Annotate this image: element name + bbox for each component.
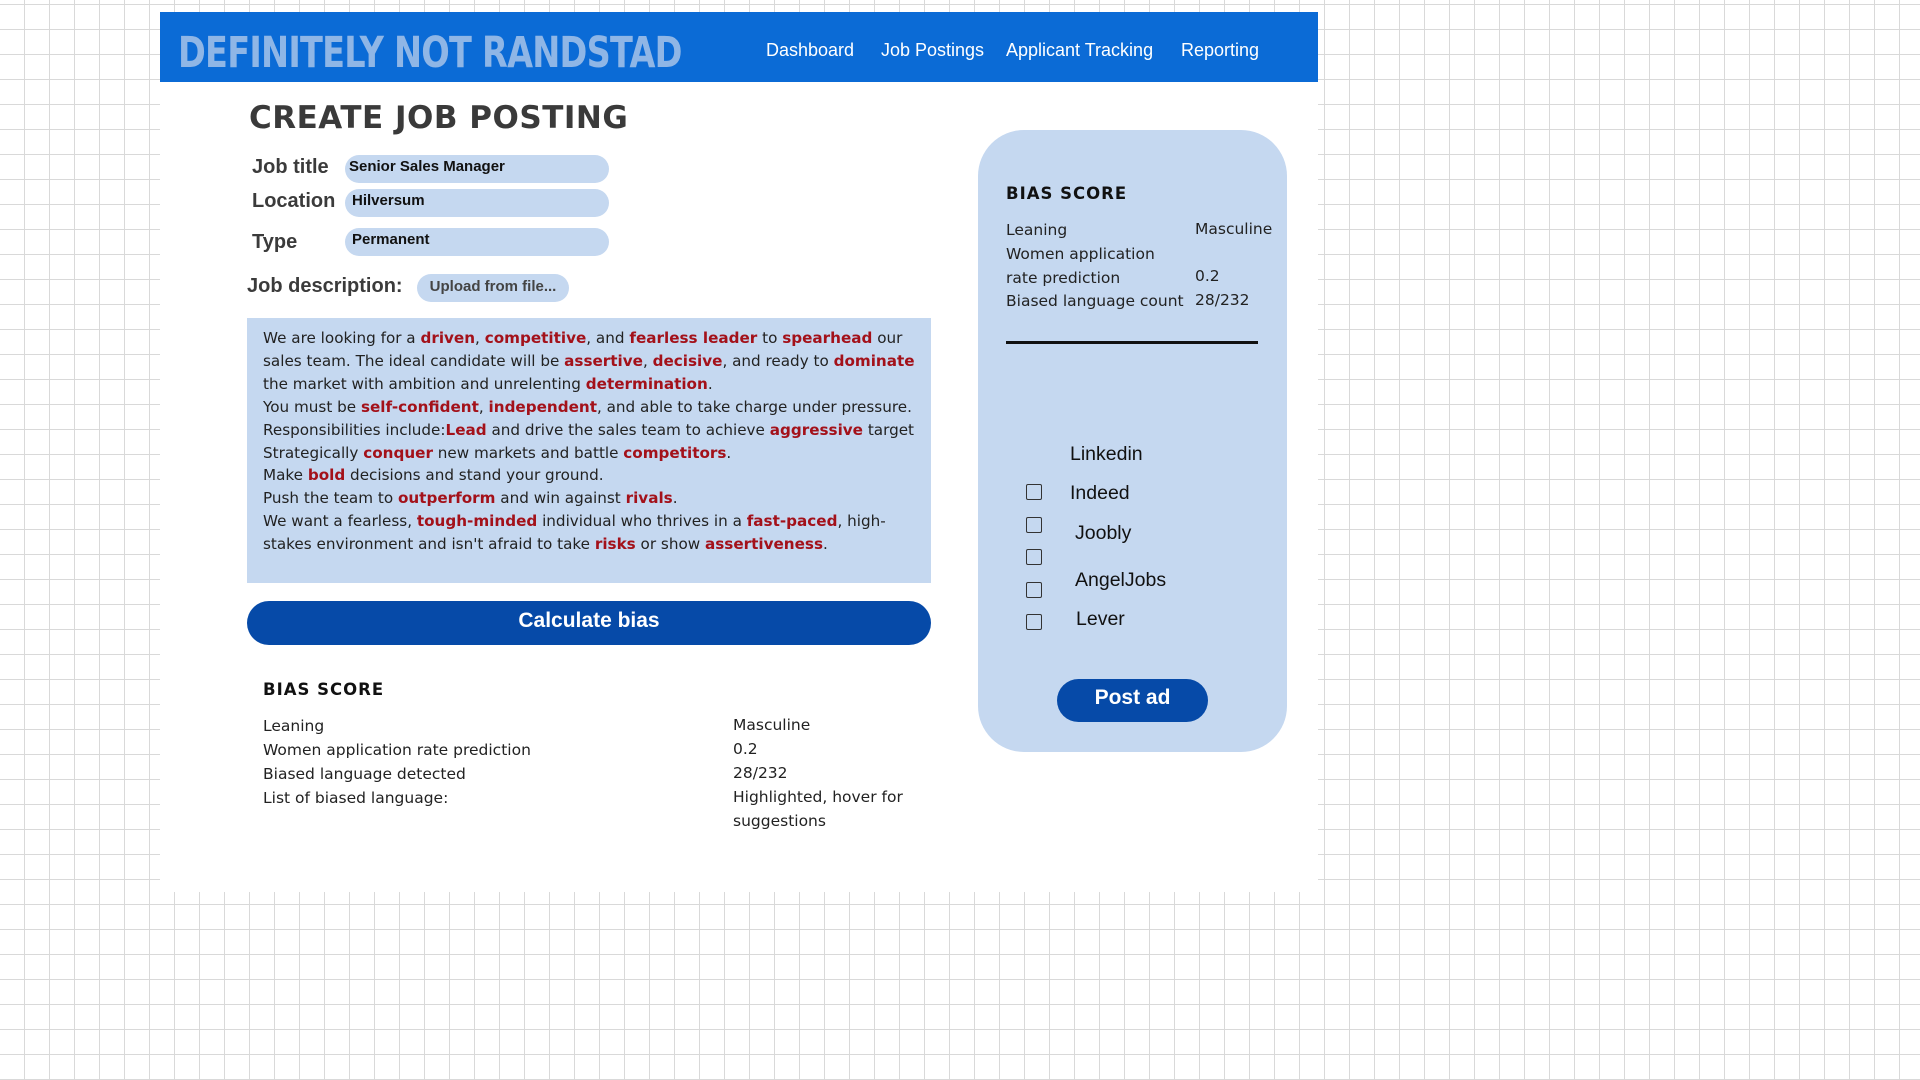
post-ad-button[interactable]: Post ad xyxy=(1057,679,1208,722)
biased-term-highlight[interactable]: outperform xyxy=(398,489,496,507)
location-value: Hilversum xyxy=(352,192,425,209)
description-text-segment: , and xyxy=(586,329,630,347)
biased-term-highlight[interactable]: decisive xyxy=(653,352,723,370)
job-description-textarea[interactable]: We are looking for a driven, competitive… xyxy=(247,318,931,583)
biased-term-highlight[interactable]: driven xyxy=(420,329,475,347)
biased-term-highlight[interactable]: fast-paced xyxy=(747,512,838,530)
calculate-bias-button[interactable]: Calculate bias xyxy=(247,601,931,645)
description-text-segment: or show xyxy=(635,535,706,554)
type-label: Type xyxy=(252,231,298,253)
nav-reporting[interactable]: Reporting xyxy=(1181,40,1259,61)
bias-side-panel: BIAS SCORE Leaning Masculine Women appli… xyxy=(978,130,1287,752)
biased-term-highlight[interactable]: aggressive xyxy=(770,421,863,439)
description-text-segment: , xyxy=(478,397,489,416)
biased-term-highlight[interactable]: risks xyxy=(595,535,636,553)
job-board-angeljobs-label: AngelJobs xyxy=(1075,569,1167,591)
page-title: CREATE JOB POSTING xyxy=(249,100,629,136)
side-leaning-label: Leaning xyxy=(1006,221,1068,239)
women-rate-value: 0.2 xyxy=(733,740,758,758)
checkbox-4[interactable] xyxy=(1026,582,1042,598)
description-text-segment: . xyxy=(823,535,828,554)
description-text-segment: , xyxy=(642,351,653,370)
women-rate-label: Women application rate prediction xyxy=(263,741,531,759)
job-title-value: Senior Sales Manager xyxy=(349,158,505,175)
side-women-label-2: rate prediction xyxy=(1006,269,1121,287)
job-title-label: Job title xyxy=(252,156,329,178)
biased-term-highlight[interactable]: rivals xyxy=(626,489,673,507)
biased-term-highlight[interactable]: competitors xyxy=(623,444,726,462)
nav-dashboard[interactable]: Dashboard xyxy=(766,40,854,61)
bias-score-heading: BIAS SCORE xyxy=(263,680,385,699)
location-label: Location xyxy=(252,190,336,212)
job-board-lever-label: Lever xyxy=(1076,608,1125,630)
checkbox-2[interactable] xyxy=(1026,517,1042,533)
type-value: Permanent xyxy=(352,231,430,248)
biased-term-highlight[interactable]: dominate xyxy=(834,352,915,370)
description-text-segment: individual who thrives in a xyxy=(537,512,747,531)
job-board-joobly-label: Joobly xyxy=(1075,522,1132,544)
biased-term-highlight[interactable]: Lead xyxy=(446,421,487,439)
nav-applicant-tracking[interactable]: Applicant Tracking xyxy=(1006,40,1153,61)
description-text-segment: and win against xyxy=(495,489,626,508)
description-text-segment: the market with ambition and unrelenting xyxy=(263,374,586,393)
biased-term-highlight[interactable]: assertive xyxy=(564,352,643,370)
upload-from-file-button[interactable]: Upload from file... xyxy=(417,274,569,302)
location-input[interactable]: Hilversum xyxy=(345,189,609,217)
description-text-segment: , xyxy=(475,329,485,347)
biased-list-value-1: Highlighted, hover for xyxy=(733,788,903,806)
biased-term-highlight[interactable]: competitive xyxy=(485,329,587,347)
biased-term-highlight[interactable]: assertiveness xyxy=(705,535,823,553)
checkbox-5[interactable] xyxy=(1026,614,1042,630)
type-input[interactable]: Permanent xyxy=(345,228,609,256)
top-header: DEFINITELY NOT RANDSTAD Dashboard Job Po… xyxy=(160,12,1318,82)
biased-term-highlight[interactable]: tough-minded xyxy=(417,512,537,530)
job-description-label: Job description: xyxy=(247,275,403,297)
side-count-label: Biased language count xyxy=(1006,292,1184,310)
biased-list-value-2: suggestions xyxy=(733,812,826,830)
leaning-value: Masculine xyxy=(733,716,811,734)
checkbox-1[interactable] xyxy=(1026,484,1042,500)
side-count-value: 28/232 xyxy=(1195,291,1250,309)
description-text-segment: and drive the sales team to achieve xyxy=(486,420,770,439)
biased-list-label: List of biased language: xyxy=(263,789,449,807)
description-text-segment: We are looking for a xyxy=(263,329,421,347)
biased-detected-value: 28/232 xyxy=(733,764,788,782)
page: DEFINITELY NOT RANDSTAD Dashboard Job Po… xyxy=(160,12,1318,892)
biased-term-highlight[interactable]: conquer xyxy=(363,444,433,462)
job-title-input[interactable]: Senior Sales Manager xyxy=(345,155,609,183)
description-text-segment: , and ready to xyxy=(722,351,834,370)
description-text-segment: new markets and battle xyxy=(432,443,624,462)
leaning-label: Leaning xyxy=(263,717,325,735)
biased-term-highlight[interactable]: determination xyxy=(586,375,708,393)
biased-term-highlight[interactable]: self-confident xyxy=(361,398,479,416)
biased-term-highlight[interactable]: bold xyxy=(308,466,345,484)
job-description-text: We are looking for a driven, competitive… xyxy=(263,327,923,556)
biased-detected-label: Biased language detected xyxy=(263,765,466,783)
biased-term-highlight[interactable]: fearless leader xyxy=(629,329,757,347)
side-women-label-1: Women application xyxy=(1006,245,1155,263)
checkbox-3[interactable] xyxy=(1026,549,1042,565)
side-bias-score-heading: BIAS SCORE xyxy=(1006,184,1128,203)
biased-term-highlight[interactable]: independent xyxy=(489,398,597,416)
divider-line xyxy=(1006,341,1258,344)
job-board-indeed-label: Indeed xyxy=(1070,482,1130,504)
job-board-linkedin-label: Linkedin xyxy=(1070,443,1143,465)
brand-logo: DEFINITELY NOT RANDSTAD xyxy=(178,28,683,78)
nav-job-postings[interactable]: Job Postings xyxy=(881,40,984,61)
side-leaning-value: Masculine xyxy=(1195,220,1273,238)
biased-term-highlight[interactable]: spearhead xyxy=(782,329,872,347)
side-women-value: 0.2 xyxy=(1195,267,1220,285)
description-text-segment: to xyxy=(757,329,783,347)
